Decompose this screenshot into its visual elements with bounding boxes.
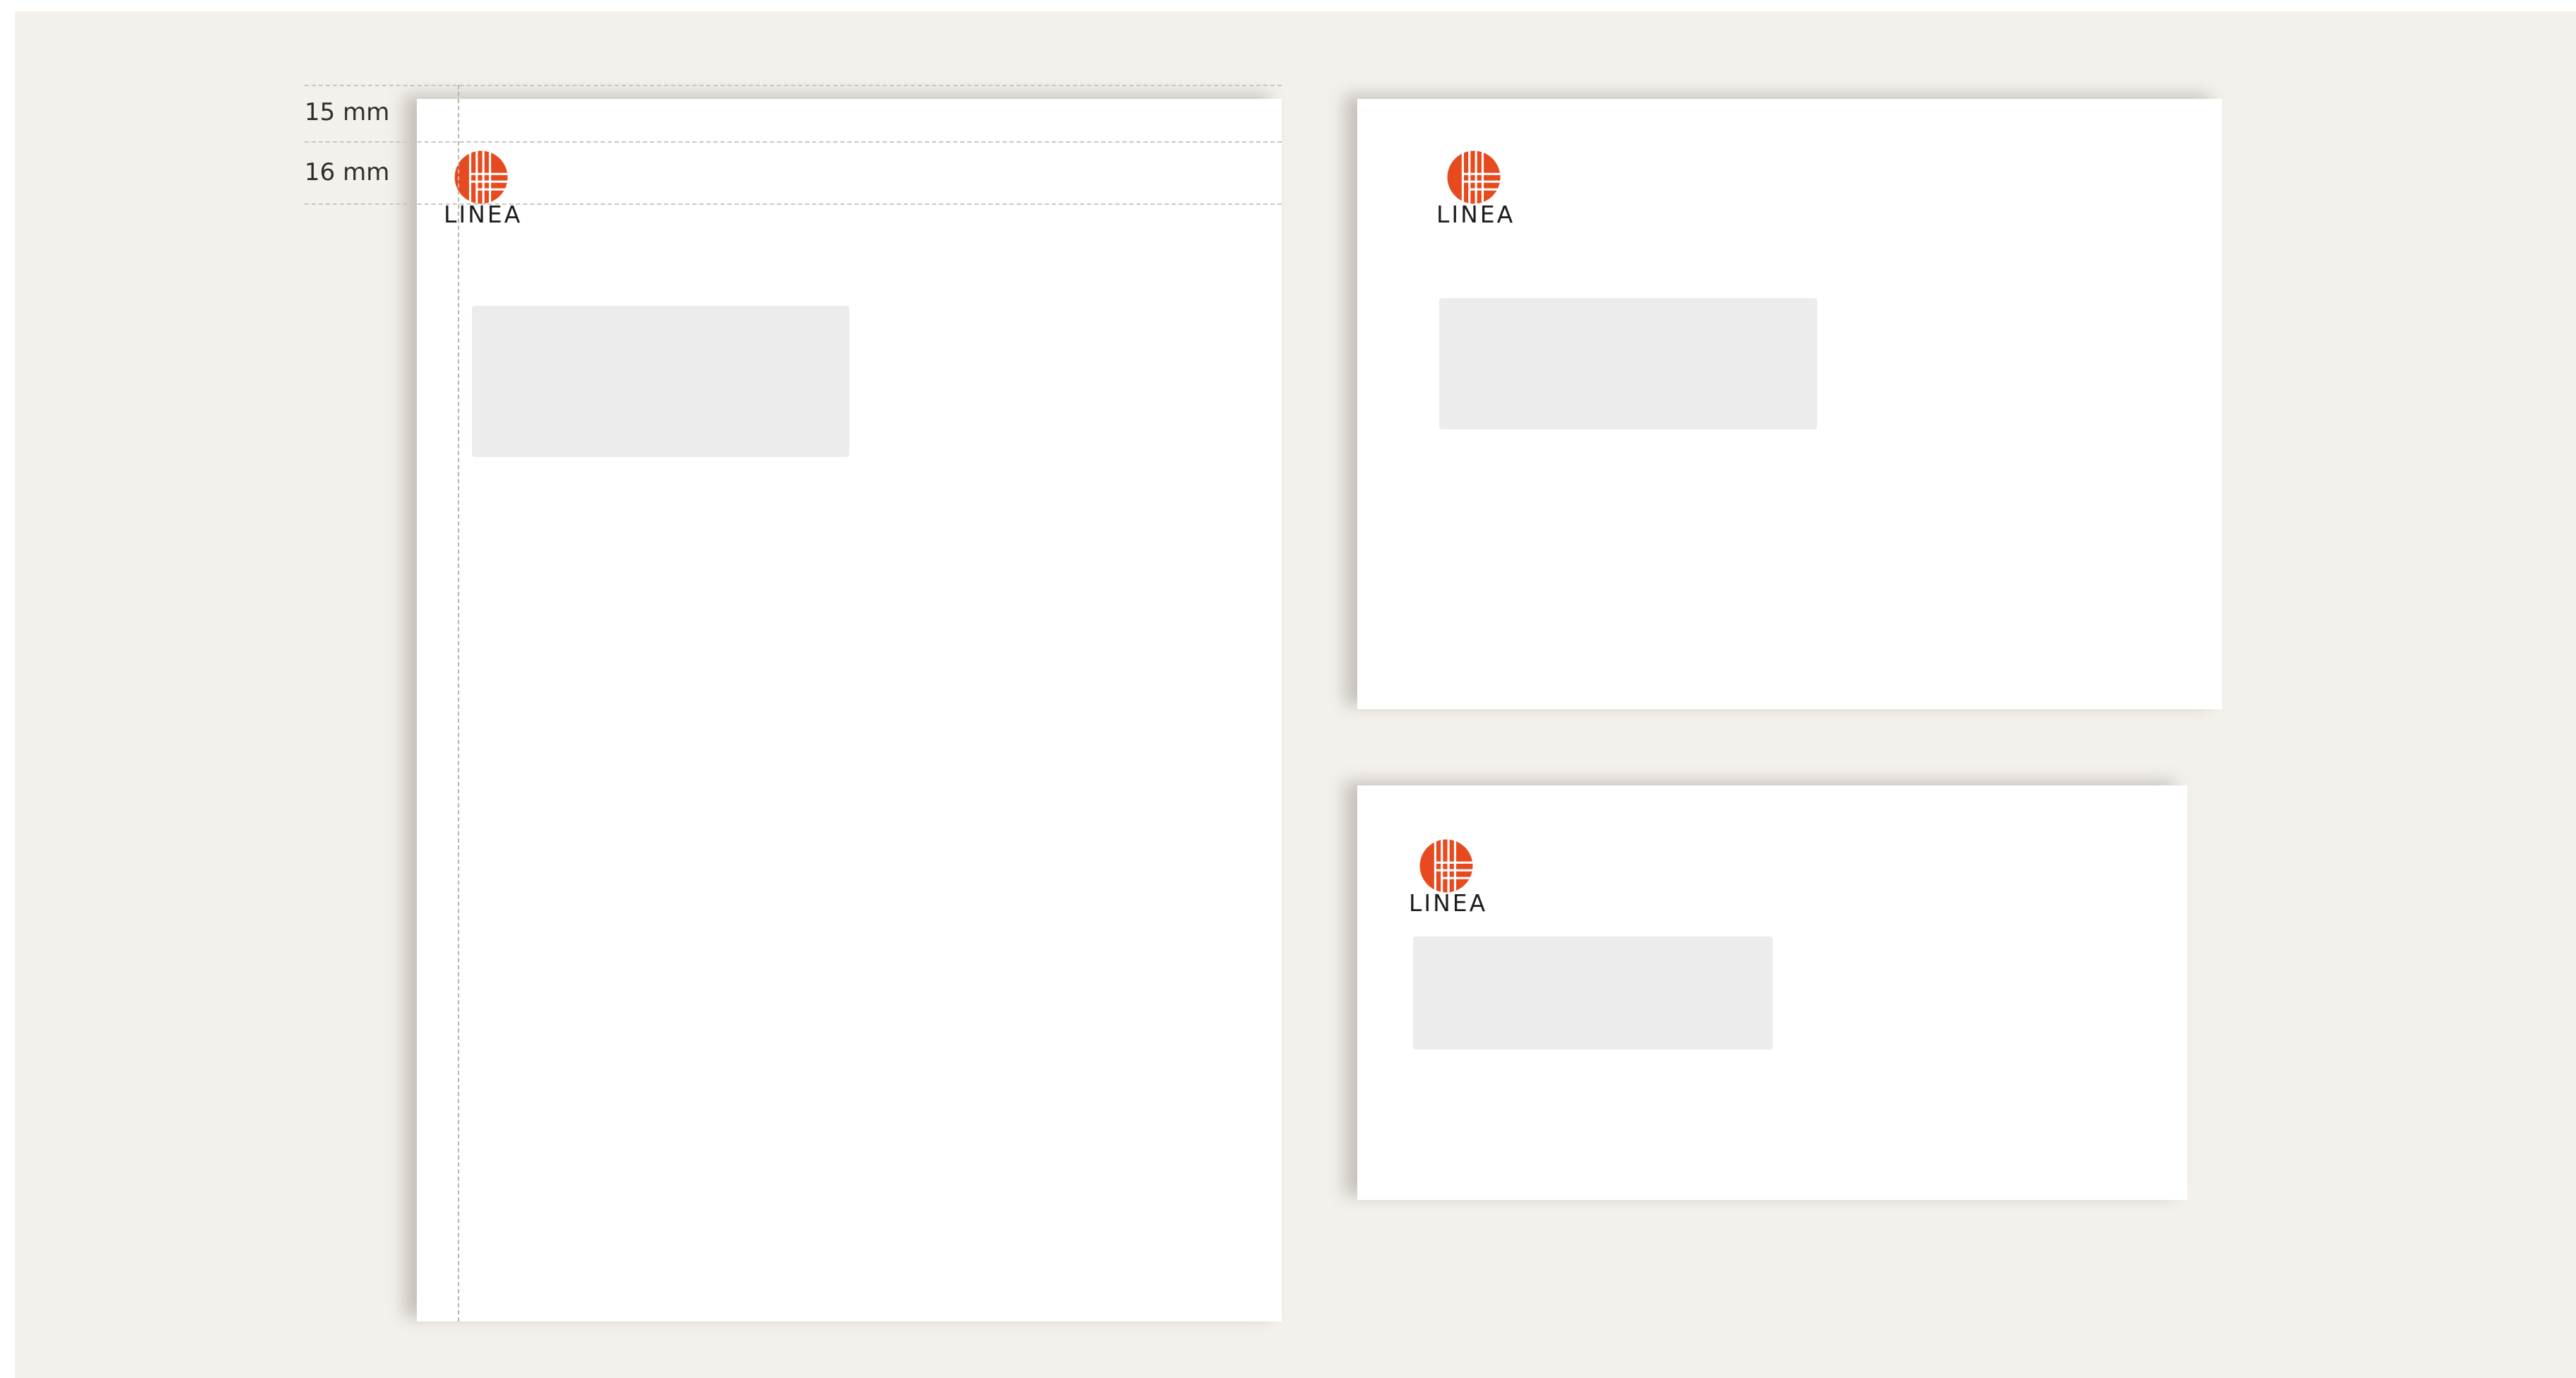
- envelope-c5-logo: LINEA: [1436, 150, 1521, 228]
- linea-globe-icon: [1419, 839, 1473, 893]
- linea-globe-icon: [454, 150, 508, 204]
- envelope-dl: LINEA: [1357, 785, 2187, 1200]
- guide-logo-bottom: [305, 203, 1282, 205]
- dimension-label-logo-height: 16 mm: [305, 158, 390, 186]
- linea-globe-icon: [1447, 150, 1501, 204]
- stationery-canvas: LINEA 15 mm 16 mm LINEA LINEA: [15, 11, 2576, 1378]
- address-window: [472, 306, 849, 457]
- address-window: [1439, 298, 1817, 429]
- letter-sheet: LINEA: [417, 99, 1282, 1321]
- guide-top-edge: [305, 85, 1282, 86]
- guide-logo-top: [305, 141, 1282, 143]
- logo-wordmark: LINEA: [1436, 201, 1516, 228]
- letter-logo: LINEA: [444, 150, 528, 228]
- envelope-c5: LINEA: [1357, 99, 2222, 709]
- guide-left-margin: [458, 85, 459, 1321]
- dimension-label-top-margin: 15 mm: [305, 98, 390, 126]
- logo-wordmark: LINEA: [1409, 889, 1488, 917]
- envelope-dl-logo: LINEA: [1409, 838, 1494, 917]
- address-window: [1413, 937, 1773, 1050]
